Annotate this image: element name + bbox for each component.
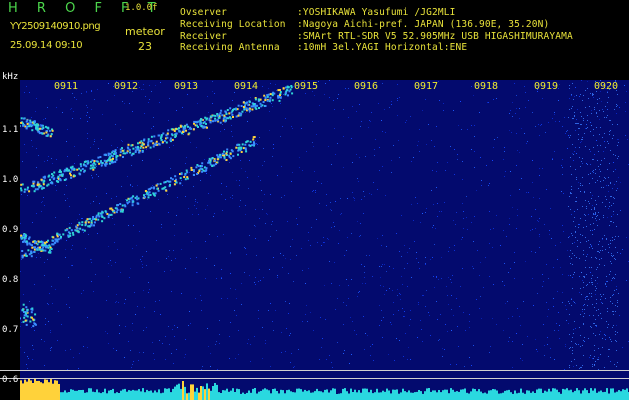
baseline-lower — [0, 378, 629, 379]
freq-tick: 0.8 — [2, 275, 19, 285]
meteor-count: 23 — [138, 40, 152, 53]
baseline-upper — [0, 370, 629, 371]
freq-tick: 0.9 — [2, 225, 19, 235]
header-bar: H R O F F T 1.0.0f YY2509140910.png mete… — [0, 0, 629, 78]
time-tick: 0917 — [414, 81, 439, 92]
freq-tick: 1.0 — [2, 175, 19, 185]
receiver-row: Receiver :SMArt RTL-SDR V5 52.905MHz USB … — [180, 31, 573, 42]
spectrogram — [20, 80, 629, 400]
observer-row: Ovserver :YOSHIKAWA Yasufumi /JG2MLI — [180, 7, 455, 18]
receiver-value: :SMArt RTL-SDR V5 52.905MHz USB HIGASHIM… — [297, 31, 573, 42]
image-filename: YY2509140910.png — [10, 21, 101, 32]
receiver-key: Receiver — [180, 31, 227, 42]
freq-tick: 0.6 — [2, 375, 19, 385]
y-axis-unit: kHz — [2, 72, 19, 82]
mode-label: meteor — [125, 25, 165, 38]
time-tick: 0914 — [234, 81, 259, 92]
antenna-value: :10mH 3el.YAGI Horizontal:ENE — [297, 42, 468, 53]
antenna-key: Receiving Antenna — [180, 42, 280, 53]
time-tick: 0912 — [114, 81, 139, 92]
time-tick: 0915 — [294, 81, 319, 92]
location-row: Receiving Location :Nagoya Aichi-pref. JA… — [180, 19, 549, 30]
time-tick: 0920 — [594, 81, 619, 92]
timestamp: 25.09.14 09:10 — [10, 40, 83, 51]
location-key: Receiving Location — [180, 19, 286, 30]
spectrogram-canvas — [20, 80, 629, 400]
freq-tick: 1.1 — [2, 125, 19, 135]
time-tick: 0916 — [354, 81, 379, 92]
observer-value: :YOSHIKAWA Yasufumi /JG2MLI — [297, 7, 456, 18]
time-tick: 0919 — [534, 81, 559, 92]
observer-key: Ovserver — [180, 7, 227, 18]
app-version: 1.0.0f — [125, 3, 158, 13]
time-tick: 0911 — [54, 81, 79, 92]
time-tick: 0918 — [474, 81, 499, 92]
freq-tick: 0.7 — [2, 325, 19, 335]
antenna-row: Receiving Antenna :10mH 3el.YAGI Horizont… — [180, 42, 467, 53]
time-tick: 0913 — [174, 81, 199, 92]
location-value: :Nagoya Aichi-pref. JAPAN (136.90E, 35.2… — [297, 19, 550, 30]
